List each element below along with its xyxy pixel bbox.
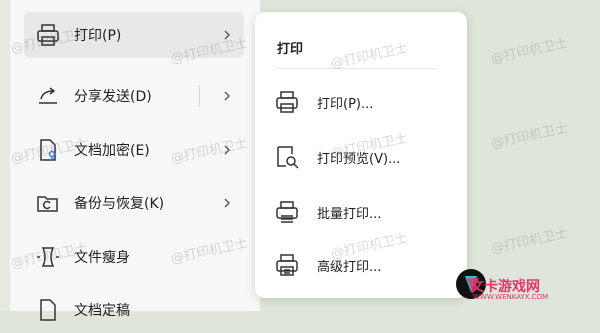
submenu-item-label: 高级打印...: [317, 259, 382, 275]
chevron-right-icon[interactable]: [216, 24, 238, 46]
batch-print-icon: [273, 198, 301, 226]
file-slim-icon: [34, 243, 62, 271]
submenu-item-batch-print[interactable]: 批量打印...: [273, 192, 453, 232]
submenu-title: 打印: [277, 42, 304, 57]
submenu-item-print[interactable]: 打印(P)...: [273, 82, 453, 122]
submenu-item-label: 批量打印...: [317, 206, 382, 222]
menu-item-label: 分享发送(D): [74, 89, 152, 105]
menu-item-print[interactable]: 打印(P): [24, 12, 244, 58]
print-submenu: 打印 打印(P)... 打印预览(V)... 批量打印... 高级打印...: [255, 12, 467, 298]
finalize-document-icon: [34, 296, 62, 324]
menu-item-encrypt[interactable]: 文档加密(E): [24, 127, 244, 173]
submenu-item-print-preview[interactable]: 打印预览(V)...: [273, 137, 453, 177]
menu-item-finalize[interactable]: 文档定稿: [24, 287, 244, 333]
logo-subtext: WWW.WENKAYX.COM: [473, 293, 549, 301]
menu-item-file-slim[interactable]: 文件瘦身: [24, 234, 244, 280]
advanced-print-icon: [273, 251, 301, 279]
menu-item-label: 文档加密(E): [74, 143, 150, 159]
background-left-strip: [0, 0, 10, 311]
divider: [199, 85, 200, 107]
menu-item-label: 备份与恢复(K): [74, 196, 165, 212]
share-icon: [34, 82, 62, 110]
printer-icon: [273, 88, 301, 116]
file-menu: 打印(P) 分享发送(D) 文档加密(E) 备份与恢复(K) 文件瘦身 文档定稿: [10, 0, 260, 321]
submenu-item-label: 打印(P)...: [317, 96, 374, 112]
encrypt-document-icon: [34, 136, 62, 164]
menu-item-label: 打印(P): [74, 28, 122, 44]
divider: [277, 68, 437, 69]
submenu-item-advanced-print[interactable]: 高级打印...: [273, 245, 453, 285]
printer-icon: [34, 21, 62, 49]
chevron-right-icon[interactable]: [216, 85, 238, 107]
menu-item-label: 文档定稿: [74, 303, 130, 319]
print-preview-icon: [273, 143, 301, 171]
backup-icon: [34, 189, 62, 217]
menu-item-backup[interactable]: 备份与恢复(K): [24, 180, 244, 226]
chevron-right-icon[interactable]: [216, 192, 238, 214]
menu-item-share[interactable]: 分享发送(D): [24, 73, 244, 119]
submenu-item-label: 打印预览(V)...: [317, 151, 401, 167]
menu-item-label: 文件瘦身: [74, 250, 130, 266]
chevron-right-icon[interactable]: [216, 139, 238, 161]
